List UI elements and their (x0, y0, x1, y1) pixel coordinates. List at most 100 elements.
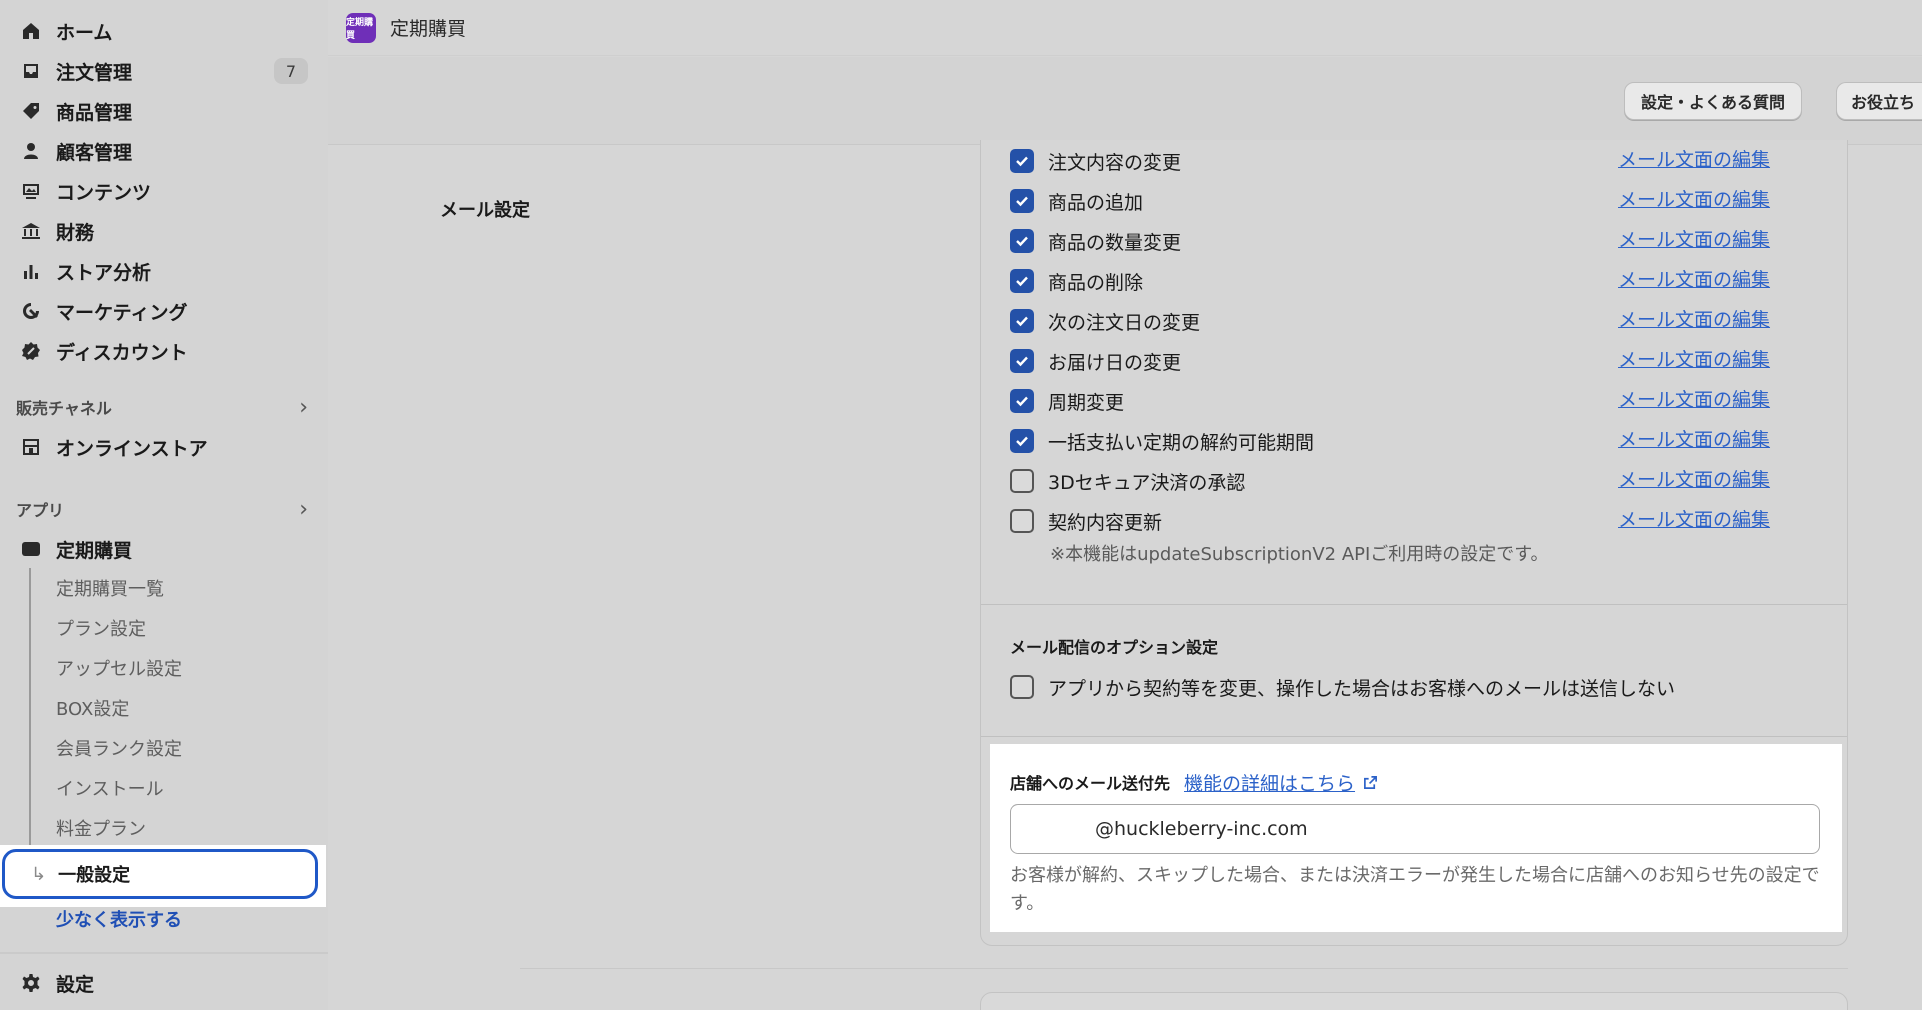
sidebar-item-online-store[interactable]: オンラインストア (20, 430, 310, 464)
sidebar-subitem-subscription-list[interactable]: 定期購買一覧 (56, 572, 164, 604)
app-logo-icon (20, 538, 42, 560)
checkbox-cycle-change[interactable]: 周期変更 (1010, 386, 1124, 416)
content-icon (20, 180, 42, 202)
checkbox-order-content-change[interactable]: 注文内容の変更 (1010, 146, 1181, 176)
checkbox-delivery-date[interactable]: お届け日の変更 (1010, 346, 1181, 376)
checkbox-checked[interactable] (1010, 189, 1034, 213)
checkbox-checked[interactable] (1010, 229, 1034, 253)
edit-mail-link[interactable]: メール文面の編集 (1618, 464, 1770, 492)
checkbox-unchecked[interactable] (1010, 509, 1034, 533)
sidebar-item-settings[interactable]: 設定 (20, 966, 310, 1000)
edit-mail-link[interactable]: メール文面の編集 (1618, 424, 1770, 452)
edit-mail-link[interactable]: メール文面の編集 (1618, 144, 1770, 172)
checkbox-checked[interactable] (1010, 309, 1034, 333)
checkbox-label: 周期変更 (1048, 391, 1125, 414)
checkbox-label: 注文内容の変更 (1048, 151, 1182, 174)
help-button[interactable]: お役立ち (1836, 82, 1922, 120)
sidebar-item-label: 定期購買 (56, 539, 133, 562)
sidebar-item-label: 財務 (56, 221, 95, 244)
checkbox-label: 商品の数量変更 (1048, 231, 1182, 254)
sidebar-subitem-member-rank[interactable]: 会員ランク設定 (56, 732, 182, 764)
sidebar-item-label: コンテンツ (56, 181, 152, 204)
bar-chart-icon (20, 260, 42, 282)
sidebar-item-label: 顧客管理 (56, 141, 133, 164)
sidebar-item-orders[interactable]: 注文管理 7 (20, 54, 310, 88)
checkbox-quantity-change[interactable]: 商品の数量変更 (1010, 226, 1181, 256)
checkbox-label: 3Dセキュア決済の承認 (1048, 471, 1246, 494)
sidebar-item-content[interactable]: コンテンツ (20, 174, 310, 208)
store-email-input[interactable] (1010, 804, 1820, 854)
sidebar-item-label: 商品管理 (56, 101, 133, 124)
checkbox-next-order-date[interactable]: 次の注文日の変更 (1010, 306, 1200, 336)
edit-mail-link[interactable]: メール文面の編集 (1618, 224, 1770, 252)
bank-icon (20, 220, 42, 242)
checkbox-label: お届け日の変更 (1048, 351, 1182, 374)
checkbox-unchecked[interactable] (1010, 469, 1034, 493)
checkbox-checked[interactable] (1010, 149, 1034, 173)
sidebar-item-home[interactable]: ホーム (20, 14, 310, 48)
chevron-right-icon: › (299, 394, 308, 420)
section-divider (520, 968, 1848, 969)
edit-mail-link[interactable]: メール文面の編集 (1618, 184, 1770, 212)
tag-icon (20, 100, 42, 122)
tree-hook-icon: ↳ (31, 863, 47, 885)
checkbox-3d-secure[interactable]: 3Dセキュア決済の承認 (1010, 466, 1245, 496)
mail-option-title: メール配信のオプション設定 (1010, 638, 1219, 657)
checkbox-suppress-customer-mail[interactable]: アプリから契約等を変更、操作した場合はお客様へのメールは送信しない (1010, 672, 1675, 702)
edit-mail-link[interactable]: メール文面の編集 (1618, 384, 1770, 412)
sidebar-subitem-install[interactable]: インストール (56, 772, 164, 804)
sidebar-subitem-pricing-plan[interactable]: 料金プラン (56, 812, 146, 844)
checkbox-lump-sum-cancel-period[interactable]: 一括支払い定期の解約可能期間 (1010, 426, 1314, 456)
edit-mail-link[interactable]: メール文面の編集 (1618, 264, 1770, 292)
checkbox-checked[interactable] (1010, 429, 1034, 453)
checkbox-add-product[interactable]: 商品の追加 (1010, 186, 1143, 216)
sidebar-item-products[interactable]: 商品管理 (20, 94, 310, 128)
sidebar-item-marketing[interactable]: マーケティング (20, 294, 310, 328)
sidebar-item-finance[interactable]: 財務 (20, 214, 310, 248)
sidebar-item-discounts[interactable]: ディスカウント (20, 334, 310, 368)
sidebar-item-label: 設定 (56, 973, 95, 996)
sidebar-item-label: 一般設定 (58, 865, 131, 886)
gear-icon (20, 972, 42, 994)
apps-header[interactable]: アプリ › (16, 494, 308, 524)
next-settings-card (980, 992, 1848, 1010)
sidebar-item-subscription-app[interactable]: 定期購買 (20, 532, 310, 566)
faq-button[interactable]: 設定・よくある質問 (1624, 82, 1803, 120)
sidebar-subitem-box-settings[interactable]: BOX設定 (56, 692, 129, 724)
sidebar-subitem-upsell-settings[interactable]: アップセル設定 (56, 652, 182, 684)
checkbox-label: アプリから契約等を変更、操作した場合はお客様へのメールは送信しない (1048, 677, 1676, 700)
app-title: 定期購買 (390, 18, 467, 40)
checkbox-contract-update[interactable]: 契約内容更新 (1010, 506, 1162, 536)
app-topbar: 定期購買 定期購買 (328, 0, 1922, 56)
sidebar-subitem-general-settings[interactable]: ↳ 一般設定 (2, 849, 318, 899)
app-logo: 定期購買 (346, 12, 376, 43)
checkbox-checked[interactable] (1010, 389, 1034, 413)
sidebar-item-label: オンラインストア (56, 437, 208, 460)
edit-mail-link[interactable]: メール文面の編集 (1618, 304, 1770, 332)
feature-details-link[interactable]: 機能の詳細はこちら (1184, 769, 1378, 796)
edit-mail-link[interactable]: メール文面の編集 (1618, 344, 1770, 372)
person-icon (20, 140, 42, 162)
sidebar-item-label: マーケティング (56, 301, 188, 324)
checkbox-remove-product[interactable]: 商品の削除 (1010, 266, 1143, 296)
orders-count-badge: 7 (274, 58, 308, 84)
checkbox-label: 一括支払い定期の解約可能期間 (1048, 431, 1315, 454)
checkbox-checked[interactable] (1010, 349, 1034, 373)
home-icon (20, 20, 42, 42)
sidebar-item-analytics[interactable]: ストア分析 (20, 254, 310, 288)
store-email-title-row: 店舗へのメール送付先 機能の詳細はこちら (1010, 768, 1378, 796)
sales-channels-header[interactable]: 販売チャネル › (16, 392, 308, 422)
checkbox-checked[interactable] (1010, 269, 1034, 293)
checkbox-label: 商品の削除 (1048, 271, 1144, 294)
section-title-mail-settings: メール設定 (440, 200, 530, 221)
discount-icon (20, 340, 42, 362)
show-less-link[interactable]: 少なく表示する (56, 903, 182, 935)
chevron-right-icon: › (299, 496, 308, 522)
card-divider (981, 604, 1847, 605)
sidebar-subitem-plan-settings[interactable]: プラン設定 (56, 612, 146, 644)
edit-mail-link[interactable]: メール文面の編集 (1618, 504, 1770, 532)
sidebar-item-customers[interactable]: 顧客管理 (20, 134, 310, 168)
sidebar: ホーム 注文管理 7 商品管理 顧客管理 コンテンツ 財務 ストア分析 マーケテ… (0, 0, 328, 1010)
checkbox-unchecked[interactable] (1010, 675, 1034, 699)
inbox-icon (20, 60, 42, 82)
